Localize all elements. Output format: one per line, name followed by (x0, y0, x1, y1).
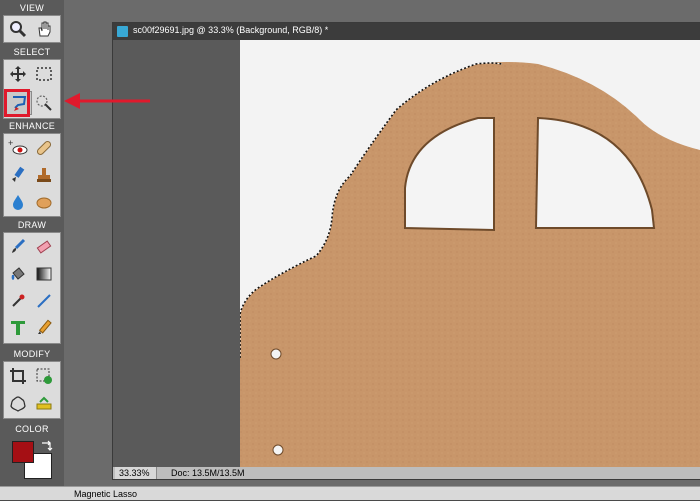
brush-icon (12, 238, 26, 253)
eyedropper-tool[interactable] (6, 290, 30, 312)
eraser-tool[interactable] (32, 236, 56, 258)
line-tool[interactable] (32, 290, 56, 312)
svg-text:+: + (8, 139, 13, 148)
tool-hint-bar: Magnetic Lasso (0, 486, 700, 500)
swap-colors-icon[interactable] (40, 440, 54, 452)
photo-file-icon (117, 26, 128, 37)
clone-stamp-tool[interactable] (32, 164, 56, 186)
quick-selection-tool[interactable] (32, 92, 56, 114)
hand-tool[interactable] (32, 18, 56, 40)
sponge-tool[interactable] (32, 191, 56, 213)
magnifier-icon (10, 21, 27, 38)
modify-tools-panel (3, 361, 61, 419)
pencil-tool[interactable] (32, 317, 56, 339)
line-icon (37, 294, 51, 308)
quick-select-icon (36, 95, 52, 111)
brush-tool[interactable] (6, 236, 30, 258)
eye-icon: + (8, 139, 28, 155)
straighten-icon (36, 396, 52, 410)
crop-tool[interactable] (6, 365, 30, 387)
smart-brush-tool[interactable] (6, 164, 30, 186)
status-bar: 33.33% Doc: 13.5M/13.5M (113, 467, 700, 479)
current-tool-name: Magnetic Lasso (74, 489, 138, 499)
cookie-cutter-tool[interactable] (6, 393, 30, 415)
move-arrows-icon (10, 66, 26, 82)
cardboard-car-image (240, 62, 700, 469)
drop-icon (13, 195, 23, 210)
recompose-icon (36, 368, 52, 384)
eyedropper-icon (12, 294, 25, 307)
marquee-icon (36, 67, 52, 81)
gradient-icon (36, 267, 52, 281)
zoom-level[interactable]: 33.33% (115, 467, 157, 479)
blur-tool[interactable] (6, 191, 30, 213)
bandage-icon (36, 140, 52, 156)
red-eye-tool[interactable]: + (6, 137, 30, 159)
type-icon (11, 321, 25, 335)
document-window: sc00f29691.jpg @ 33.3% (Background, RGB/… (112, 22, 700, 480)
section-view-label: VIEW (19, 3, 45, 13)
recompose-tool[interactable] (32, 365, 56, 387)
highlight-box (4, 89, 30, 117)
eraser-icon (36, 240, 52, 254)
section-select-label: SELECT (13, 47, 51, 57)
section-draw-label: DRAW (17, 220, 47, 230)
stamp-icon (37, 168, 51, 182)
document-size-info[interactable]: Doc: 13.5M/13.5M (165, 467, 295, 479)
section-color-label: COLOR (15, 424, 49, 434)
document-tab[interactable]: sc00f29691.jpg @ 33.3% (Background, RGB/… (113, 23, 700, 40)
paint-bucket-tool[interactable] (6, 263, 30, 285)
image-canvas[interactable] (240, 40, 700, 469)
document-title: sc00f29691.jpg @ 33.3% (Background, RGB/… (133, 25, 329, 35)
crop-icon (10, 368, 26, 384)
cookie-cutter-icon (10, 396, 26, 412)
draw-tools-panel (3, 232, 61, 344)
bucket-icon (11, 267, 25, 280)
foreground-color-swatch[interactable] (12, 441, 34, 463)
toolbox: VIEW SELECT ENHANCE + DRAW MODIFY COLOR (0, 0, 64, 486)
section-modify-label: MODIFY (13, 349, 51, 359)
hand-icon (38, 21, 51, 37)
smart-brush-icon (12, 166, 25, 182)
type-tool[interactable] (6, 317, 30, 339)
zoom-tool[interactable] (6, 18, 30, 40)
enhance-tools-panel: + (3, 133, 61, 217)
move-tool[interactable] (6, 63, 30, 85)
gradient-tool[interactable] (32, 263, 56, 285)
rectangular-marquee-tool[interactable] (32, 63, 56, 85)
view-tools-panel (3, 15, 61, 43)
red-arrow-annotation (64, 93, 150, 109)
pencil-icon (38, 319, 52, 334)
straighten-tool[interactable] (32, 393, 56, 415)
spot-healing-tool[interactable] (32, 137, 56, 159)
section-enhance-label: ENHANCE (8, 121, 56, 131)
sponge-icon (36, 197, 52, 209)
